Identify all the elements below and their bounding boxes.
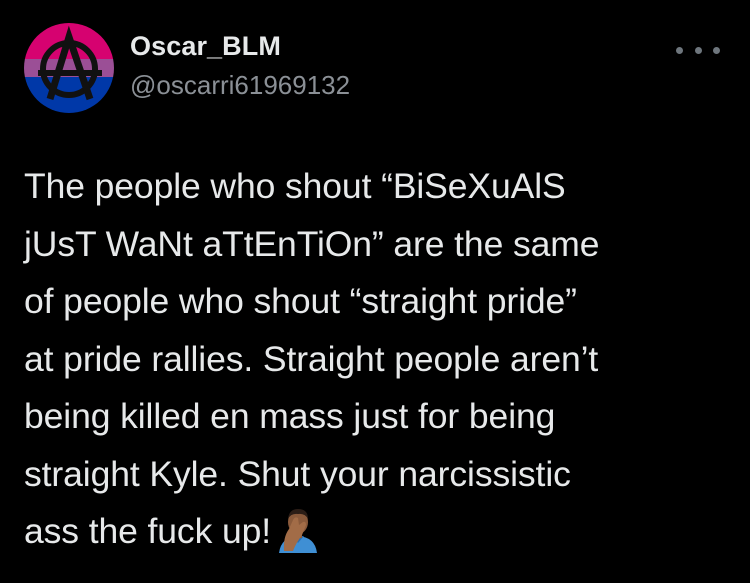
avatar[interactable] [24,23,114,113]
tweet-text-line: at pride rallies. Straight people aren’t [24,338,599,379]
user-handle[interactable]: @oscarri61969132 [130,68,350,102]
more-dot [676,46,683,54]
tweet-text-line: jUsT WaNt aTtEnTiOn” are the same [24,223,600,264]
tweet-header: Oscar_BLM @oscarri61969132 [24,22,350,114]
author-names: Oscar_BLM @oscarri61969132 [130,28,350,102]
more-dot [713,46,720,54]
tweet-text-last-line: ass the fuck up! [24,503,729,561]
tweet-text: The people who shout “BiSeXuAlS jUsT WaN… [24,158,729,561]
tweet-text-line: ass the fuck up! [24,511,272,551]
tweet-text-line: of people who shout “straight pride” [24,281,577,321]
tweet-text-line: being killed en mass just for being [24,396,556,436]
tweet-text-line: The people who shout “BiSeXuAlS [24,166,566,206]
more-dot [694,46,702,54]
tweet: Oscar_BLM @oscarri61969132 The people wh… [0,0,750,583]
man-facepalming-emoji-icon [279,509,318,553]
more-options-icon[interactable] [676,40,720,60]
anarchy-symbol-icon [24,23,114,113]
tweet-text-line: straight Kyle. Shut your narcissistic [24,453,571,494]
display-name[interactable]: Oscar_BLM [130,28,350,64]
